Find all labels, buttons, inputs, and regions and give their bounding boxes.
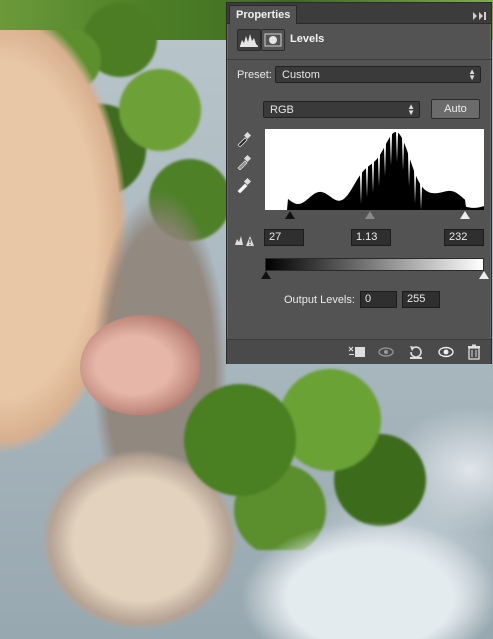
channel-value: RGB [270,104,294,116]
black-output-slider[interactable] [261,271,271,279]
panel-footer [227,339,491,364]
clipping-warning-icon[interactable] [234,233,254,247]
input-gamma-field[interactable]: 1.13 [351,229,391,246]
output-levels-slider[interactable] [261,271,489,285]
preset-value: Custom [282,69,320,81]
black-point-eyedropper-icon[interactable] [236,131,252,148]
panel-menu-icon[interactable] [471,8,487,20]
visibility-eye-icon[interactable] [437,344,455,360]
updown-arrow-icon: ▲ ▼ [468,67,476,82]
histogram-data [265,132,484,210]
black-input-slider[interactable] [285,211,295,219]
updown-arrow-icon: ▲ ▼ [407,102,415,117]
view-previous-state-icon[interactable] [377,344,395,360]
adjustment-title: Levels [290,33,325,45]
output-levels-label: Output Levels: [284,294,355,306]
input-levels-slider[interactable] [265,210,484,224]
output-gradient-bar [265,258,484,271]
cloud [240,520,493,639]
gamma-input-slider[interactable] [365,211,375,219]
input-black-field[interactable]: 27 [264,229,304,246]
tab-properties[interactable]: Properties [229,5,298,24]
output-white-field[interactable]: 255 [402,291,440,308]
divider [227,59,491,60]
auto-button[interactable]: Auto [431,99,480,119]
channel-dropdown[interactable]: RGB ▲ ▼ [263,101,420,118]
reset-icon[interactable] [407,344,425,360]
output-black-field[interactable]: 0 [360,291,397,308]
preset-label: Preset: [237,69,272,81]
histogram [265,129,484,210]
panel-tab-bar: Properties [227,3,491,24]
levels-adjustment-icon[interactable] [237,29,261,51]
white-input-slider[interactable] [460,211,470,219]
white-output-slider[interactable] [479,271,489,279]
gray-point-eyedropper-icon[interactable] [236,154,252,171]
trash-icon[interactable] [465,344,483,360]
clip-to-layer-icon[interactable] [347,344,365,360]
preset-dropdown[interactable]: Custom ▲ ▼ [275,66,481,83]
mask-icon[interactable] [261,29,285,51]
white-point-eyedropper-icon[interactable] [236,177,252,194]
input-white-field[interactable]: 232 [444,229,484,246]
properties-panel: Properties Levels Preset: Custom ▲ ▼ RGB … [226,2,492,364]
